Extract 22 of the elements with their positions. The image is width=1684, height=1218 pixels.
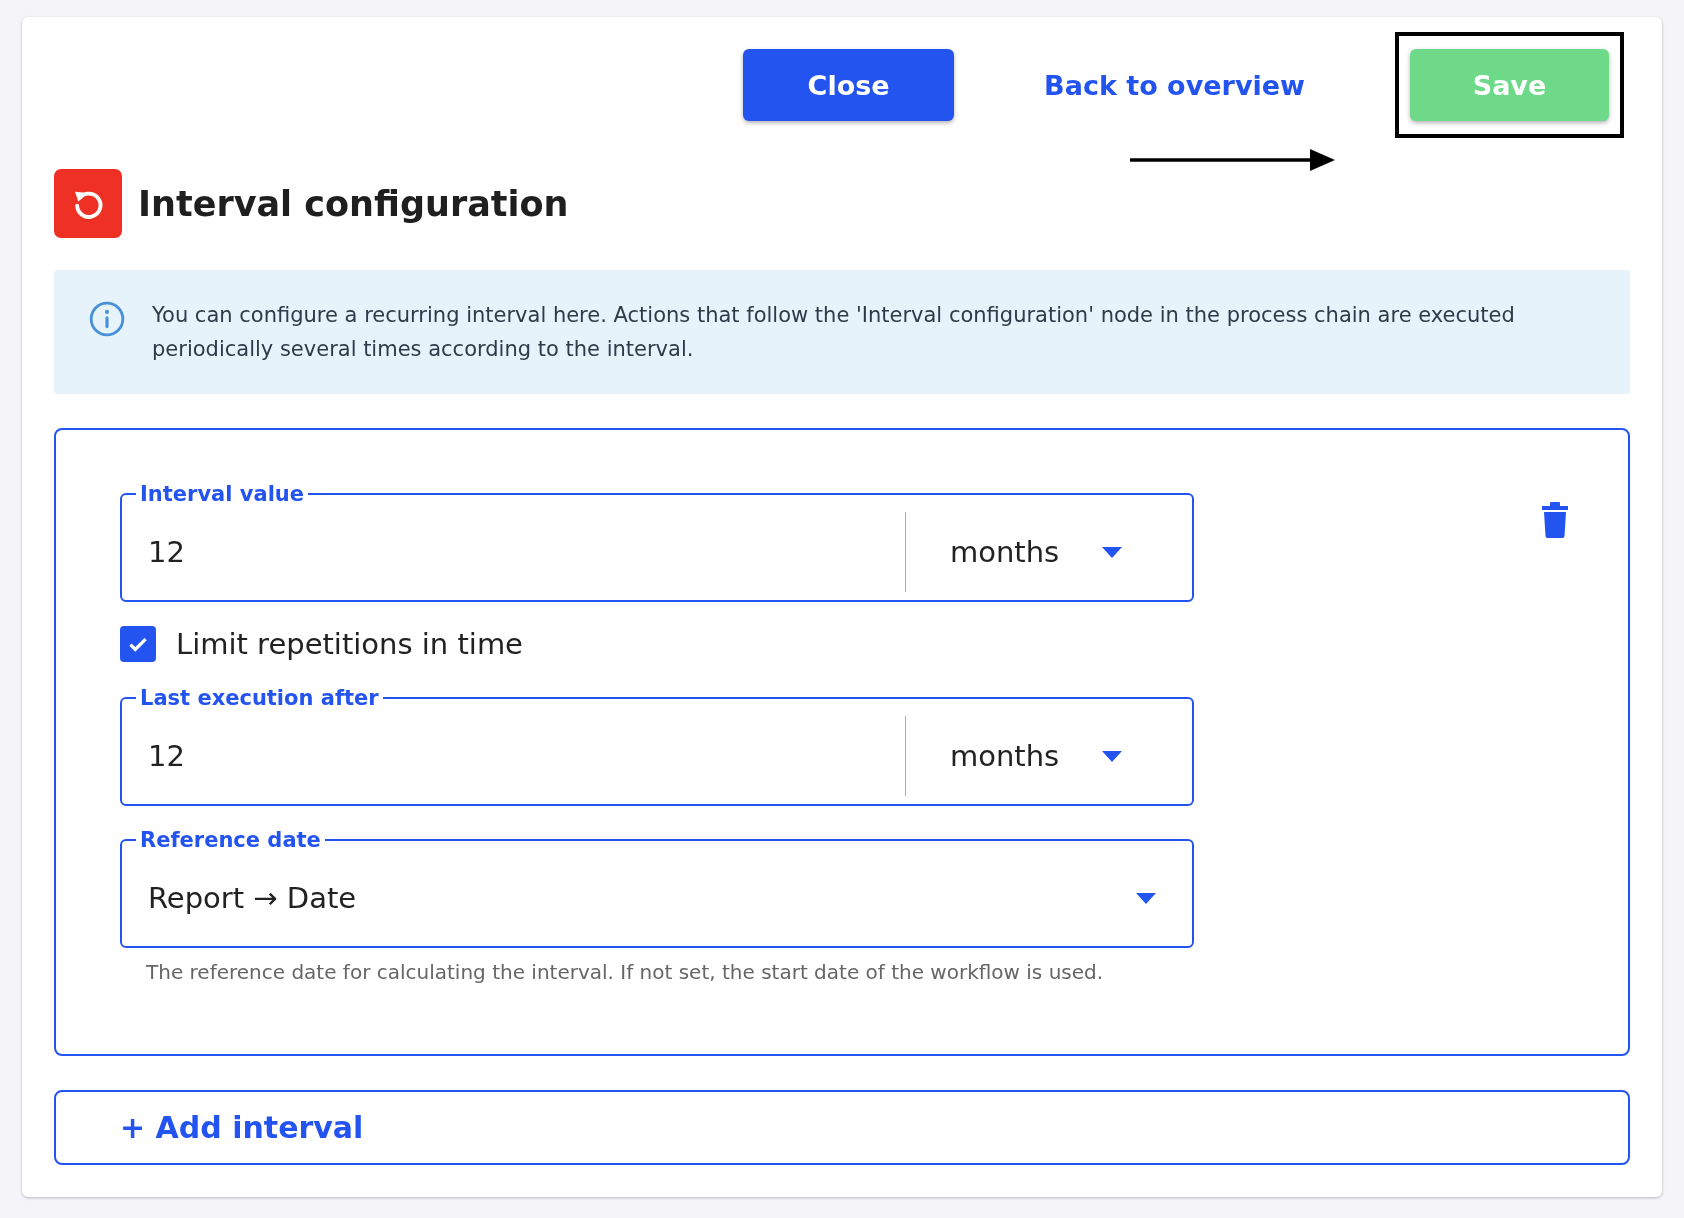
unit-dropdown[interactable]: months [906, 726, 1192, 786]
close-button[interactable]: Close [743, 49, 955, 121]
caret-icon [1102, 546, 1122, 558]
trash-icon[interactable] [1542, 502, 1568, 538]
field-label: Interval value [139, 482, 306, 506]
helper-text: The reference date for calculating the interval. If not set, the start date of the workflow is used. [146, 960, 1105, 984]
unit-dropdown[interactable]: months [906, 522, 1192, 582]
info-icon [88, 300, 126, 338]
field-label: Reference date [139, 828, 322, 852]
caret-icon [1102, 750, 1122, 762]
info-text: You can configure a recurring interval here. Actions that follow the 'Interval configuration' node in the process chain are executed periodically several times according to the interval. [152, 302, 1516, 363]
back-link[interactable]: Back to overview [1044, 69, 1305, 101]
field-label: Last execution after [139, 686, 380, 710]
checkbox[interactable] [120, 626, 156, 662]
add-interval-button[interactable]: + Add interval [54, 1090, 1630, 1165]
reference-date-dropdown[interactable]: Report → Date [122, 852, 1192, 944]
caret-icon [1136, 892, 1156, 904]
checkbox-label: Limit repetitions in time [176, 627, 523, 661]
last-execution-field[interactable]: Last execution after 12 months [120, 686, 1194, 806]
reset-icon [54, 169, 122, 238]
interval-value-field[interactable]: Interval value 12 months [120, 482, 1194, 602]
page-title: Interval configuration [138, 183, 569, 224]
